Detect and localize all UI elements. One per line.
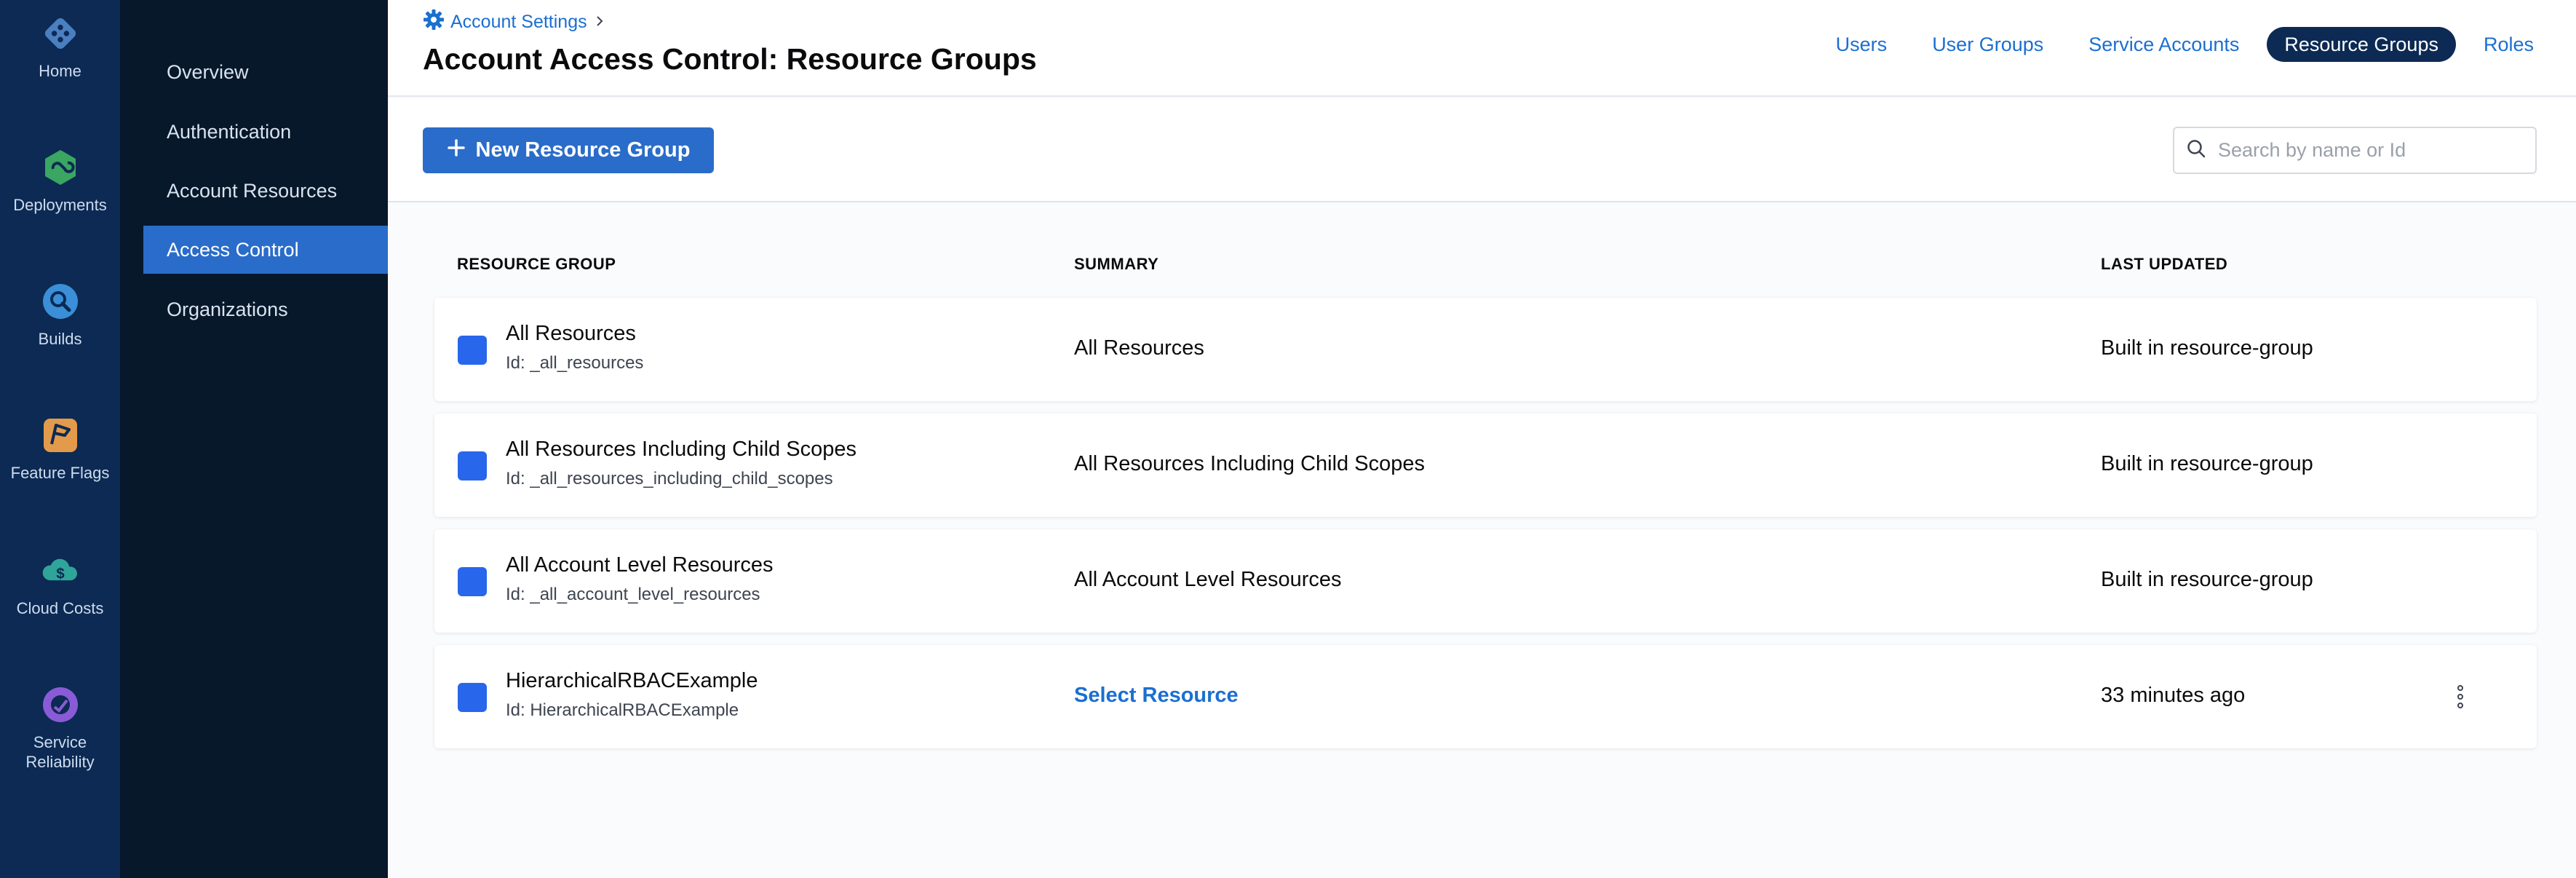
more-options-icon[interactable] — [2450, 680, 2470, 713]
gear-icon — [423, 9, 445, 36]
builds-icon — [40, 281, 81, 322]
nav-label: Builds — [38, 330, 82, 348]
resource-group-name: All Resources — [506, 322, 636, 345]
module-nav: Home Deployments Builds Feature Flags $ … — [0, 0, 120, 878]
resource-group-last-updated: Built in resource-group — [2101, 336, 2313, 360]
breadcrumb-link[interactable]: Account Settings — [450, 12, 587, 33]
resource-group-last-updated: Built in resource-group — [2101, 452, 2313, 475]
resource-group-summary: All Resources Including Child Scopes — [1074, 452, 1425, 475]
nav-label: Cloud Costs — [16, 599, 104, 617]
column-header-summary[interactable]: SUMMARY — [1074, 255, 1158, 274]
nav-item-service-reliability[interactable]: Service Reliability — [0, 684, 120, 772]
table-row[interactable]: All Resources Id: _all_resources All Res… — [434, 298, 2537, 401]
tab-roles[interactable]: Roles — [2466, 27, 2551, 62]
chevron-right-icon — [593, 12, 606, 33]
plus-icon — [447, 138, 466, 163]
resource-group-id: Id: _all_resources_including_child_scope… — [506, 469, 833, 489]
table-row[interactable]: All Resources Including Child Scopes Id:… — [434, 414, 2537, 517]
home-icon — [40, 13, 81, 54]
nav-label: Deployments — [13, 196, 107, 214]
svg-text:$: $ — [56, 565, 65, 582]
search-input[interactable] — [2218, 139, 2524, 162]
table-row[interactable]: HierarchicalRBACExample Id: Hierarchical… — [434, 645, 2537, 748]
nav-item-deployments[interactable]: Deployments — [0, 147, 120, 215]
resource-group-summary: All Resources — [1074, 336, 1204, 360]
resource-group-color-swatch — [458, 451, 487, 480]
new-resource-group-label: New Resource Group — [475, 138, 691, 162]
sidebar-item-overview[interactable]: Overview — [143, 48, 388, 96]
resource-group-name: All Resources Including Child Scopes — [506, 438, 856, 461]
service-reliability-icon — [40, 684, 81, 725]
sidebar-item-organizations[interactable]: Organizations — [143, 285, 388, 333]
resource-group-last-updated: Built in resource-group — [2101, 568, 2313, 591]
nav-item-home[interactable]: Home — [0, 13, 120, 81]
resource-group-color-swatch — [458, 567, 487, 596]
table-row[interactable]: All Account Level Resources Id: _all_acc… — [434, 529, 2537, 633]
resource-group-id: Id: HierarchicalRBACExample — [506, 700, 739, 720]
deployments-icon — [40, 147, 81, 188]
tab-users[interactable]: Users — [1818, 27, 1905, 62]
settings-sidebar: Overview Authentication Account Resource… — [120, 0, 388, 878]
resource-group-color-swatch — [458, 336, 487, 365]
toolbar: New Resource Group — [388, 98, 2576, 202]
tab-resource-groups[interactable]: Resource Groups — [2267, 27, 2456, 62]
search-box[interactable] — [2173, 127, 2537, 174]
sidebar-item-access-control[interactable]: Access Control — [143, 226, 388, 274]
access-control-tabs: Users User Groups Service Accounts Resou… — [1808, 27, 2551, 62]
column-header-resource-group[interactable]: RESOURCE GROUP — [457, 255, 616, 274]
column-header-last-updated[interactable]: LAST UPDATED — [2101, 255, 2227, 274]
feature-flags-icon — [40, 415, 81, 456]
resource-group-id: Id: _all_account_level_resources — [506, 585, 760, 604]
resource-group-last-updated: 33 minutes ago — [2101, 684, 2246, 707]
resource-group-color-swatch — [458, 683, 487, 712]
breadcrumb[interactable]: Account Settings — [423, 9, 606, 36]
nav-item-cloud-costs[interactable]: $ Cloud Costs — [0, 550, 120, 618]
select-resource-link[interactable]: Select Resource — [1074, 684, 1239, 708]
resource-group-id: Id: _all_resources — [506, 353, 644, 373]
nav-label: Feature Flags — [10, 464, 110, 482]
nav-item-feature-flags[interactable]: Feature Flags — [0, 415, 120, 483]
page-title: Account Access Control: Resource Groups — [423, 42, 1037, 76]
tab-service-accounts[interactable]: Service Accounts — [2071, 27, 2257, 62]
resource-group-name: All Account Level Resources — [506, 553, 774, 577]
new-resource-group-button[interactable]: New Resource Group — [423, 127, 714, 173]
nav-label: Service Reliability — [25, 733, 95, 771]
tab-user-groups[interactable]: User Groups — [1915, 27, 2061, 62]
nav-item-builds[interactable]: Builds — [0, 281, 120, 349]
nav-label: Home — [39, 62, 82, 80]
sidebar-item-account-resources[interactable]: Account Resources — [143, 167, 388, 215]
sidebar-item-authentication[interactable]: Authentication — [143, 108, 388, 156]
search-icon — [2186, 138, 2206, 162]
page-header: Account Settings Account Access Control:… — [388, 0, 2576, 97]
resource-group-name: HierarchicalRBACExample — [506, 669, 758, 692]
resource-group-summary: All Account Level Resources — [1074, 568, 1342, 591]
cloud-costs-icon: $ — [40, 550, 81, 591]
